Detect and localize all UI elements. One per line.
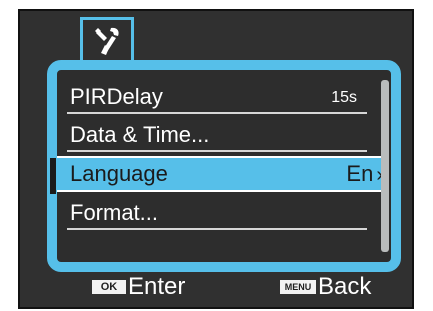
selection-marker bbox=[50, 158, 56, 194]
scrollbar[interactable] bbox=[381, 80, 389, 252]
enter-action-label[interactable]: Enter bbox=[128, 273, 185, 301]
menu-item-value: En bbox=[346, 161, 374, 186]
menu-key-badge: MENU bbox=[280, 280, 316, 294]
menu-item-label: PIRDelay bbox=[70, 84, 163, 109]
menu-item-value-wrapper: En › bbox=[346, 162, 383, 187]
menu-item-pirdelay[interactable]: PIRDelay 15s bbox=[67, 80, 367, 114]
menu-item-label: Format... bbox=[70, 200, 159, 225]
menu-item-label: Language bbox=[70, 161, 168, 186]
settings-tab[interactable] bbox=[80, 17, 134, 63]
ok-key-badge: OK bbox=[92, 280, 126, 294]
menu-item-value: 15s bbox=[331, 89, 357, 106]
wrench-screwdriver-icon bbox=[95, 27, 119, 55]
camera-display-screen: PIRDelay 15s Data & Time... Language En ›… bbox=[18, 9, 414, 309]
back-action-label[interactable]: Back bbox=[318, 273, 371, 301]
menu-item-language[interactable]: Language En › bbox=[50, 156, 383, 194]
menu-item-date-time[interactable]: Data & Time... bbox=[67, 118, 367, 152]
menu-item-label: Data & Time... bbox=[70, 122, 210, 147]
menu-item-format[interactable]: Format... bbox=[67, 196, 367, 230]
settings-menu: PIRDelay 15s Data & Time... Language En ›… bbox=[47, 60, 401, 272]
footer-bar: OK Enter MENU Back bbox=[20, 270, 412, 310]
